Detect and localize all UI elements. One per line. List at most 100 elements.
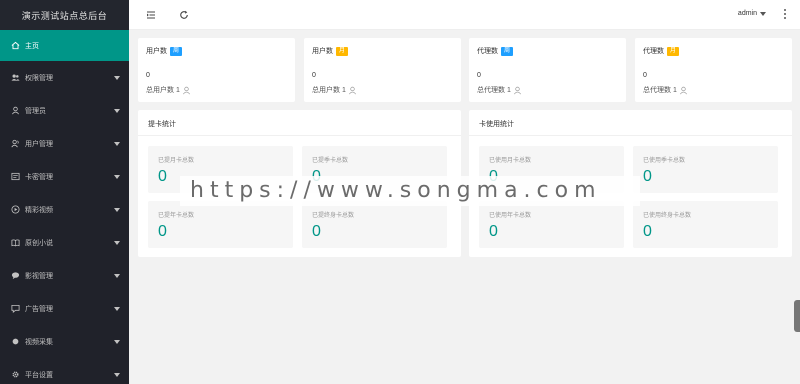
sidebar-item-home[interactable]: 主页 [0, 30, 129, 61]
divider [138, 135, 461, 136]
stat-tile: 已提终身卡总数 0 [302, 201, 447, 248]
sidebar-item-novels[interactable]: 原创小说 [0, 226, 129, 259]
stat-title: 代理数 [477, 48, 498, 55]
stat-total: 总用户数 1 [312, 87, 346, 94]
sidebar-item-label: 主页 [25, 42, 39, 50]
sidebar-item-label: 精彩视频 [25, 206, 53, 214]
stat-badge: 周 [170, 46, 183, 56]
users-icon [11, 73, 20, 82]
stat-value: 0 [146, 72, 150, 80]
stat-tile: 已使用季卡总数 0 [633, 146, 778, 193]
tile-value: 0 [489, 223, 498, 240]
sidebar-item-card-management[interactable]: 卡密管理 [0, 160, 129, 193]
stat-title: 用户数 [146, 48, 167, 55]
tile-value: 0 [158, 223, 167, 240]
sidebar-item-permissions[interactable]: 权限管理 [0, 61, 129, 94]
tile-label: 已使用年卡总数 [489, 213, 532, 219]
more-vertical-icon[interactable] [782, 8, 788, 20]
sidebar-item-user-management[interactable]: 用户管理 [0, 127, 129, 160]
watermark-text: https://www.songma.com [190, 178, 602, 203]
tile-label: 已提年卡总数 [158, 213, 195, 219]
tile-label: 已提季卡总数 [312, 158, 349, 164]
sidebar-item-label: 用户管理 [25, 140, 53, 148]
chevron-down-icon [114, 141, 120, 146]
tile-label: 已使用月卡总数 [489, 158, 532, 164]
sidebar-item-label: 卡密管理 [25, 173, 53, 181]
user-icon [348, 86, 356, 94]
book-icon [11, 238, 20, 247]
chevron-down-icon [114, 372, 120, 377]
user-icon [182, 86, 190, 94]
chat-icon [11, 271, 20, 280]
stat-badge: 周 [501, 46, 514, 56]
sidebar-item-label: 平台设置 [25, 371, 53, 379]
sidebar-item-videos[interactable]: 精彩视频 [0, 193, 129, 226]
chevron-down-icon [114, 306, 120, 311]
stat-total: 总代理数 1 [477, 87, 511, 94]
tile-value: 0 [643, 223, 652, 240]
chevron-down-icon [114, 240, 120, 245]
user-icon [11, 106, 20, 115]
sidebar-item-label: 原创小说 [25, 239, 53, 247]
tile-value: 0 [312, 223, 321, 240]
stat-title: 代理数 [643, 48, 664, 55]
tile-label: 已使用季卡总数 [643, 158, 686, 164]
home-icon [11, 41, 20, 50]
chevron-down-icon [114, 174, 120, 179]
card-icon [11, 172, 20, 181]
stat-card-agents-month: 代理数月 0 总代理数 1 [635, 38, 792, 102]
sidebar-item-label: 视频采集 [25, 338, 53, 346]
user-group-icon [11, 139, 20, 148]
stat-card-users-month: 用户数月 0 总用户数 1 [304, 38, 461, 102]
stat-value: 0 [643, 72, 647, 80]
username: admin [737, 10, 757, 17]
stat-title: 用户数 [312, 48, 333, 55]
sidebar-item-ads[interactable]: 广告管理 [0, 292, 129, 325]
ad-icon [11, 304, 20, 313]
stat-total: 总代理数 1 [643, 87, 677, 94]
app-logo[interactable]: 演示测试站点总后台 [0, 0, 129, 30]
chevron-down-icon [114, 339, 120, 344]
sidebar-item-video-collect[interactable]: 视频采集 [0, 325, 129, 358]
sidebar: 演示测试站点总后台 主页 权限管理 管理员 用户管理 卡密管理 精彩视频 原创小… [0, 0, 129, 384]
chevron-down-icon [114, 75, 120, 80]
stat-tile: 已提年卡总数 0 [148, 201, 293, 248]
stat-badge: 月 [336, 46, 349, 56]
stat-tile: 已使用年卡总数 0 [479, 201, 624, 248]
sidebar-item-settings[interactable]: 平台设置 [0, 358, 129, 384]
user-icon [513, 86, 521, 94]
play-icon [11, 205, 20, 214]
stat-badge: 月 [667, 46, 680, 56]
tile-value: 0 [643, 168, 652, 185]
tile-label: 已提月卡总数 [158, 158, 195, 164]
sidebar-item-label: 管理员 [25, 107, 46, 115]
gear-icon [11, 370, 20, 379]
sidebar-item-movies[interactable]: 影视管理 [0, 259, 129, 292]
tile-label: 已使用终身卡总数 [643, 213, 692, 219]
chevron-down-icon [114, 108, 120, 113]
stat-value: 0 [477, 72, 481, 80]
sidebar-item-label: 权限管理 [25, 74, 53, 82]
chevron-down-icon [760, 11, 766, 16]
refresh-icon[interactable] [178, 9, 189, 20]
panel-title: 提卡统计 [148, 121, 176, 128]
dot-icon [11, 337, 20, 346]
stat-card-users-week: 用户数周 0 总用户数 1 [138, 38, 295, 102]
chevron-down-icon [114, 207, 120, 212]
sidebar-item-admins[interactable]: 管理员 [0, 94, 129, 127]
stat-total: 总用户数 1 [146, 87, 180, 94]
user-menu[interactable]: admin [738, 10, 766, 17]
menu-toggle-icon[interactable] [145, 9, 156, 20]
stat-tile: 已使用终身卡总数 0 [633, 201, 778, 248]
stat-card-agents-week: 代理数周 0 总代理数 1 [469, 38, 626, 102]
tile-label: 已提终身卡总数 [312, 213, 355, 219]
divider [469, 135, 792, 136]
chevron-down-icon [114, 273, 120, 278]
sidebar-item-label: 影视管理 [25, 272, 53, 280]
tile-value: 0 [158, 168, 167, 185]
top-header: admin [129, 0, 800, 30]
stat-value: 0 [312, 72, 316, 80]
sidebar-item-label: 广告管理 [25, 305, 53, 313]
panel-title: 卡使用统计 [479, 121, 514, 128]
side-drag-handle[interactable] [794, 300, 800, 332]
